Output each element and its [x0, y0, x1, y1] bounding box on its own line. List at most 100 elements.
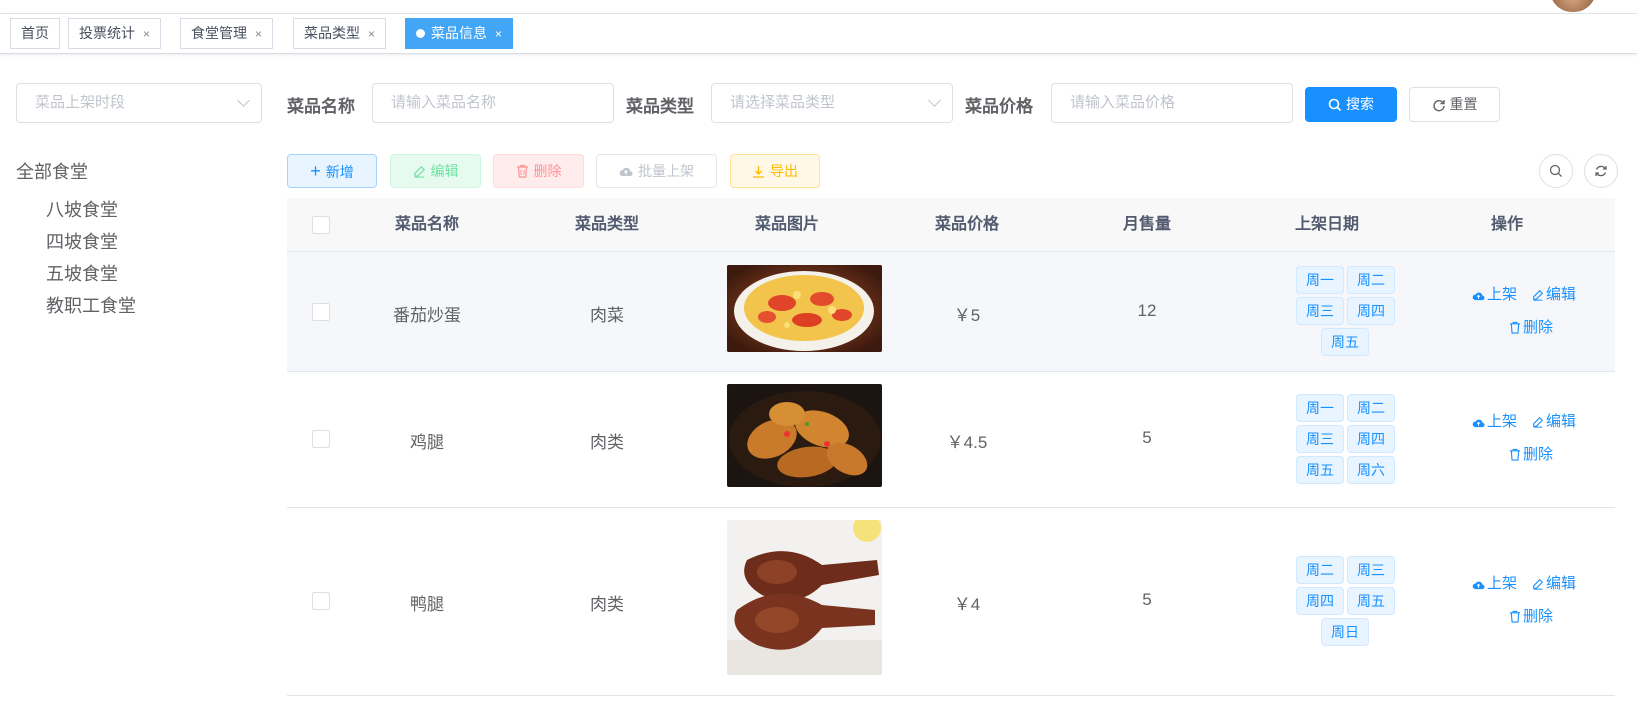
trash-icon: [516, 164, 528, 178]
edit-label: 编辑: [1546, 413, 1577, 430]
header-actions: 操作: [1490, 216, 1523, 233]
close-icon[interactable]: ×: [368, 27, 375, 41]
dish-price-label: 菜品价格: [965, 97, 1033, 116]
close-icon[interactable]: ×: [143, 27, 150, 41]
header-shelf-days: 上架日期: [1294, 216, 1359, 233]
delete-label: 删除: [1523, 319, 1554, 336]
table-row[interactable]: 鸡腿 肉类 ￥4.5 5 周一 周二 周三 周四 周五 周六 上架 编辑 删除: [287, 372, 1615, 508]
table-row[interactable]: 番茄炒蛋 肉菜 ￥5 12 周一 周二 周三 周四 周五 上架 编辑 删除: [287, 252, 1615, 372]
delete-button-label: 删除: [533, 163, 562, 179]
header-dish-image: 菜品图片: [754, 216, 819, 233]
cell-dish-price: ￥4.5: [946, 433, 988, 452]
header-monthly-sales: 月售量: [1122, 216, 1171, 233]
table-row[interactable]: 鸭腿 肉类 ￥4 5 周二 周三 周四 周五 周日 上架 编辑 删除: [287, 508, 1615, 696]
cloud-upload-icon: [619, 167, 633, 177]
dish-type-label: 菜品类型: [626, 97, 694, 116]
refresh-table-button[interactable]: [1584, 154, 1618, 188]
close-icon[interactable]: ×: [255, 27, 262, 41]
publish-label: 上架: [1487, 413, 1518, 430]
batch-publish-button[interactable]: 批量上架: [596, 154, 717, 188]
tag-dish-info[interactable]: 菜品信息 ×: [405, 18, 514, 49]
edit-icon: [413, 166, 425, 178]
refresh-icon: [1432, 100, 1445, 112]
tree-item-canteen[interactable]: 八坡食堂: [46, 196, 118, 222]
tree-item-canteen[interactable]: 五坡食堂: [46, 260, 118, 286]
add-button[interactable]: + 新增: [287, 154, 377, 188]
edit-link[interactable]: 编辑: [1532, 283, 1576, 304]
user-avatar[interactable]: [1550, 0, 1596, 12]
edit-label: 编辑: [1546, 286, 1577, 303]
edit-button[interactable]: 编辑: [390, 154, 481, 188]
day-tag: 周五: [1347, 587, 1395, 615]
delete-label: 删除: [1523, 446, 1554, 463]
export-button[interactable]: 导出: [730, 154, 820, 188]
plus-icon: +: [310, 161, 321, 181]
search-icon: [1549, 164, 1562, 177]
tag-label: 菜品类型: [304, 25, 360, 41]
dish-image-chicken-leg[interactable]: [727, 384, 882, 487]
add-button-label: 新增: [325, 164, 354, 180]
dish-price-placeholder: 请输入菜品价格: [1070, 94, 1176, 111]
cell-monthly-sales: 5: [1142, 590, 1152, 609]
day-tag: 周二: [1347, 266, 1395, 294]
delete-label: 删除: [1523, 608, 1554, 625]
row-checkbox[interactable]: [312, 303, 330, 321]
dish-name-input[interactable]: 请输入菜品名称: [372, 83, 614, 123]
tag-dish-type[interactable]: 菜品类型 ×: [293, 18, 387, 49]
tree-item-canteen[interactable]: 教职工食堂: [46, 292, 136, 318]
delete-button[interactable]: 删除: [493, 154, 584, 188]
cell-dish-type: 肉类: [590, 433, 624, 452]
select-all-checkbox[interactable]: [312, 216, 330, 234]
tree-item-canteen[interactable]: 四坡食堂: [46, 228, 118, 254]
row-checkbox[interactable]: [312, 430, 330, 448]
day-tag: 周三: [1296, 297, 1344, 325]
cell-dish-type: 肉菜: [590, 306, 624, 325]
cell-monthly-sales: 12: [1137, 301, 1157, 320]
day-tag: 周日: [1321, 618, 1369, 646]
close-icon[interactable]: ×: [495, 27, 502, 41]
day-tag: 周四: [1347, 425, 1395, 453]
toggle-search-button[interactable]: [1539, 154, 1573, 188]
publish-label: 上架: [1487, 575, 1518, 592]
cloud-upload-icon: [1472, 419, 1485, 428]
delete-link[interactable]: 删除: [1509, 605, 1553, 626]
tag-label: 投票统计: [79, 25, 135, 41]
day-tag: 周三: [1296, 425, 1344, 453]
day-tag: 周五: [1296, 456, 1344, 484]
dish-type-select[interactable]: 请选择菜品类型: [711, 83, 953, 123]
edit-button-label: 编辑: [430, 163, 459, 179]
edit-label: 编辑: [1546, 575, 1577, 592]
publish-link[interactable]: 上架: [1472, 572, 1517, 593]
cell-dish-price: ￥4: [953, 595, 981, 614]
dish-price-input[interactable]: 请输入菜品价格: [1051, 83, 1293, 123]
tags-view: 首页 投票统计 × 食堂管理 × 菜品类型 × 菜品信息 ×: [0, 14, 1637, 54]
tree-root-all-canteens[interactable]: 全部食堂: [16, 158, 88, 184]
cell-dish-type: 肉类: [590, 595, 624, 614]
row-checkbox[interactable]: [312, 592, 330, 610]
day-tag: 周三: [1347, 556, 1395, 584]
dish-image-tomato-egg[interactable]: [727, 265, 882, 352]
cloud-upload-icon: [1472, 581, 1485, 590]
dish-type-placeholder: 请选择菜品类型: [730, 94, 836, 111]
trash-icon: [1509, 610, 1521, 623]
dish-image-duck-leg[interactable]: [727, 520, 882, 675]
tag-home[interactable]: 首页: [10, 18, 60, 49]
trash-icon: [1509, 321, 1521, 334]
edit-link[interactable]: 编辑: [1532, 572, 1576, 593]
publish-link[interactable]: 上架: [1472, 410, 1517, 431]
chevron-down-icon: [237, 94, 250, 107]
tag-vote-stats[interactable]: 投票统计 ×: [68, 18, 162, 49]
delete-link[interactable]: 删除: [1509, 316, 1553, 337]
delete-link[interactable]: 删除: [1509, 443, 1553, 464]
edit-link[interactable]: 编辑: [1532, 410, 1576, 431]
tag-canteen[interactable]: 食堂管理 ×: [180, 18, 274, 49]
reset-button[interactable]: 重置: [1409, 87, 1500, 122]
day-tag: 周二: [1296, 556, 1344, 584]
tag-label: 菜品信息: [431, 25, 487, 41]
publish-link[interactable]: 上架: [1472, 283, 1517, 304]
search-icon: [1328, 98, 1342, 112]
trash-icon: [1509, 448, 1521, 461]
date-period-placeholder: 菜品上架时段: [35, 94, 126, 111]
search-button[interactable]: 搜索: [1305, 87, 1397, 122]
date-period-select[interactable]: 菜品上架时段: [16, 83, 262, 123]
